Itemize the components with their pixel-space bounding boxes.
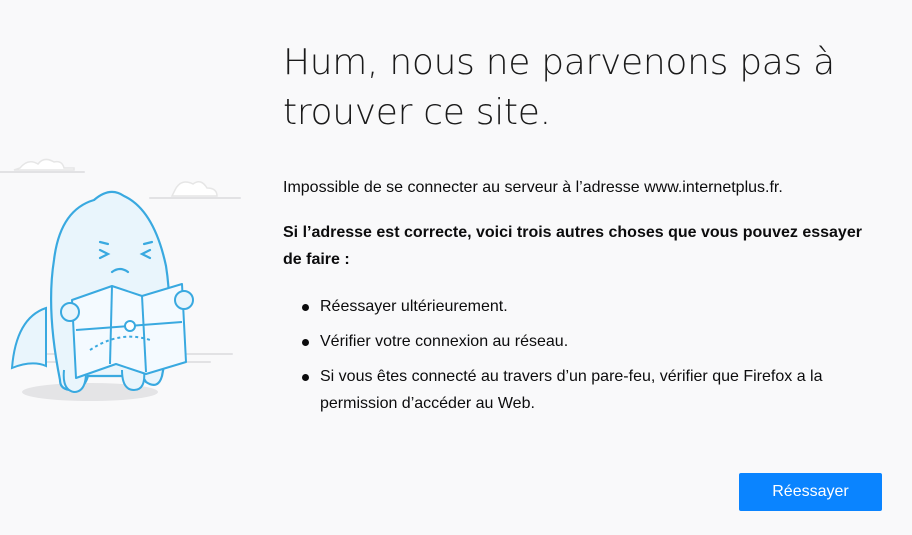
- error-description: Impossible de se connecter au serveur à …: [283, 179, 783, 196]
- tip-text: Réessayer ultérieurement.: [320, 298, 508, 315]
- bullet-icon: [302, 304, 309, 311]
- lost-monster-with-map-icon: [0, 140, 250, 410]
- advice-heading: Si l’adresse est correcte, voici trois a…: [283, 224, 862, 268]
- list-item: Vérifier votre connexion au réseau.: [283, 328, 883, 355]
- list-item: Si vous êtes connecté au travers d’un pa…: [283, 363, 883, 417]
- tip-text: Vérifier votre connexion au réseau.: [320, 333, 569, 350]
- error-content: Hum, nous ne parvenons pas à trouver ce …: [283, 38, 883, 425]
- error-page: Hum, nous ne parvenons pas à trouver ce …: [0, 0, 912, 535]
- bullet-icon: [302, 374, 309, 381]
- list-item: Réessayer ultérieurement.: [283, 293, 883, 320]
- cloud-icon: [13, 158, 218, 197]
- page-title: Hum, nous ne parvenons pas à trouver ce …: [283, 42, 835, 133]
- tips-list: Réessayer ultérieurement. Vérifier votre…: [283, 293, 883, 417]
- bullet-icon: [302, 339, 309, 346]
- tip-text: Si vous êtes connecté au travers d’un pa…: [320, 368, 823, 412]
- retry-button[interactable]: Réessayer: [739, 473, 882, 511]
